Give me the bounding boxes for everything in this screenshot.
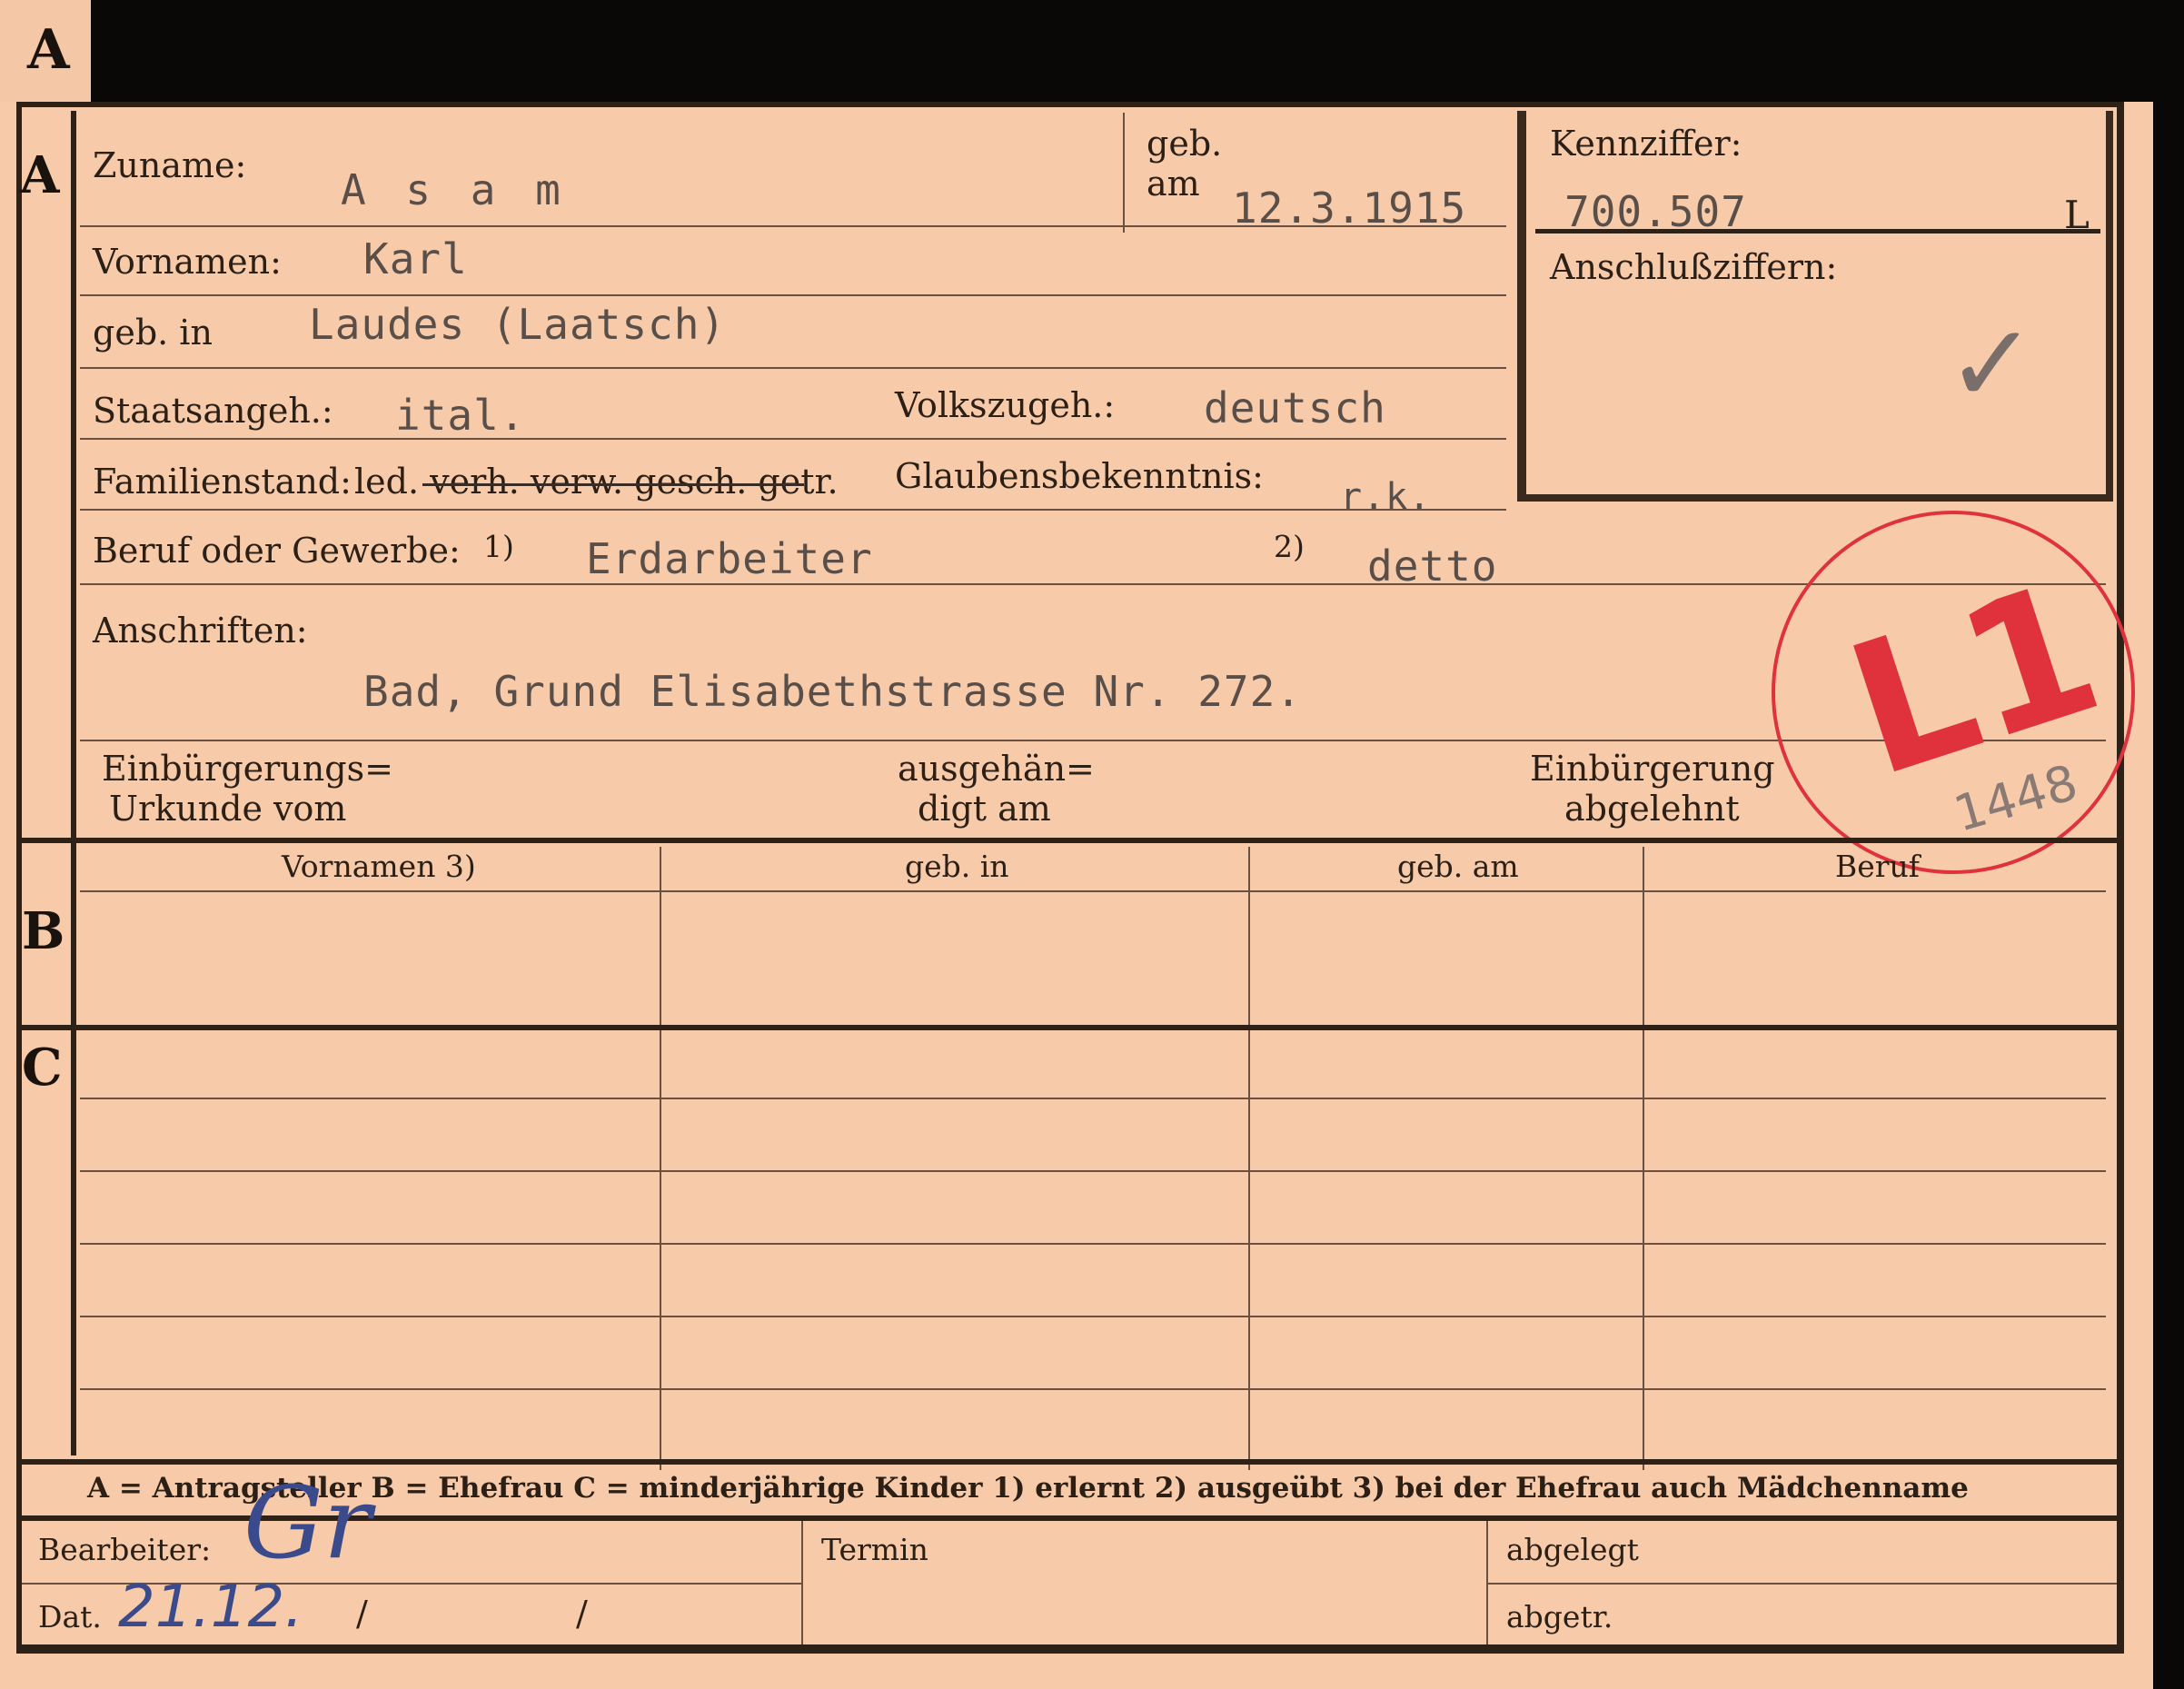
born-label-2: am — [1147, 164, 1200, 204]
section-c-top-border — [16, 1025, 2124, 1030]
section-a-letter: A — [20, 145, 60, 205]
first-names-label: Vornamen: — [93, 242, 282, 282]
occupation-value: Erdarbeiter — [586, 534, 873, 583]
row-line-6 — [80, 583, 2106, 585]
id-label: Kennziffer: — [1550, 124, 1742, 164]
marital-strikethrough — [422, 483, 804, 486]
rejected-label-1: Einbürgerung — [1530, 749, 1775, 789]
religion-value: r.k. — [1340, 476, 1432, 518]
section-divider-vertical — [71, 111, 76, 1456]
card-bottom-border — [16, 1644, 2124, 1654]
section-c-letter: C — [22, 1038, 63, 1098]
footer-divider-2 — [1486, 1521, 1488, 1648]
processor-signature: Gr — [243, 1465, 372, 1581]
naturalization-label-2: Urkunde vom — [109, 789, 347, 829]
addresses-label: Anschriften: — [93, 611, 308, 651]
section-c-row-line-1 — [80, 1098, 2106, 1099]
birthplace-value: Laudes (Laatsch) — [309, 300, 727, 349]
row-line-2 — [80, 294, 1506, 296]
surname-value: A s a m — [341, 165, 568, 214]
row-line-3 — [80, 367, 1506, 369]
naturalization-label-1: Einbürgerungs= — [102, 749, 393, 789]
first-names-value: Karl — [363, 234, 468, 283]
section-c-row-line-5 — [80, 1388, 2106, 1390]
col-header-occupation: Beruf — [1835, 849, 1921, 884]
row-line-1 — [80, 225, 1506, 227]
address-value: Bad, Grund Elisabethstrasse Nr. 272. — [363, 667, 1302, 716]
religion-label: Glaubensbekenntnis: — [895, 456, 1264, 496]
footer-divider-1 — [801, 1521, 803, 1648]
index-tab: A — [0, 0, 91, 102]
col-header-birthdate: geb. am — [1397, 849, 1519, 884]
section-c-row-line-2 — [80, 1170, 2106, 1172]
rejected-label-2: abgelehnt — [1564, 789, 1740, 829]
birthplace-label: geb. in — [93, 313, 213, 353]
connection-label: Anschlußziffern: — [1550, 247, 1838, 287]
occupation-label: Beruf oder Gewerbe: — [93, 531, 461, 571]
occupation-note-2: 2) — [1274, 529, 1305, 564]
section-c-row-line-4 — [80, 1316, 2106, 1317]
tab-letter: A — [27, 18, 70, 82]
citizenship-value: ital. — [395, 391, 526, 440]
surname-label: Zuname: — [93, 145, 247, 185]
handed-label-1: ausgehän= — [898, 749, 1095, 789]
filed-label: abgelegt — [1506, 1532, 1639, 1567]
card-right-border — [2117, 102, 2124, 1646]
card-top-border — [16, 102, 2124, 107]
ethnicity-label: Volkszugeh.: — [895, 385, 1116, 425]
ethnicity-value: deutsch — [1204, 383, 1386, 432]
section-b-letter: B — [22, 901, 65, 961]
section-b-top-border — [16, 838, 2124, 843]
card-left-border — [16, 102, 22, 1646]
born-divider — [1123, 113, 1125, 233]
filed-short-label: abgetr. — [1506, 1599, 1613, 1634]
section-c-col-divider-3 — [1643, 1032, 1644, 1470]
date-slash-1: / — [356, 1594, 368, 1634]
handed-label-2: digt am — [918, 789, 1051, 829]
col-header-first-names: Vornamen 3) — [282, 849, 476, 884]
row-line-5 — [80, 509, 1506, 511]
section-c-row-line-3 — [80, 1243, 2106, 1245]
registration-card: A Zuname: A s a m geb. am 12.3.1915 Vorn… — [0, 102, 2153, 1689]
id-underline — [1535, 229, 2100, 233]
date-label: Dat. — [38, 1599, 102, 1634]
check-mark: ✓ — [1946, 302, 2038, 428]
date-slash-2: / — [576, 1594, 588, 1634]
marital-label: Familienstand: — [93, 462, 352, 502]
section-b-header-line — [80, 890, 2106, 892]
section-c-col-divider-1 — [660, 1032, 661, 1470]
footer-line-right — [1488, 1583, 2117, 1585]
section-c-col-divider-2 — [1248, 1032, 1250, 1470]
row-line-4 — [80, 438, 1506, 440]
col-header-birthplace: geb. in — [905, 849, 1009, 884]
deadline-label: Termin — [821, 1532, 928, 1567]
marital-options: led. verh. verw. gesch. getr. — [354, 462, 839, 502]
occupation-note-1: 1) — [483, 529, 514, 564]
citizenship-label: Staatsangeh.: — [93, 391, 333, 431]
date-value: 21.12. — [118, 1574, 303, 1641]
processor-label: Bearbeiter: — [38, 1532, 212, 1567]
born-label-1: geb. — [1147, 124, 1223, 164]
